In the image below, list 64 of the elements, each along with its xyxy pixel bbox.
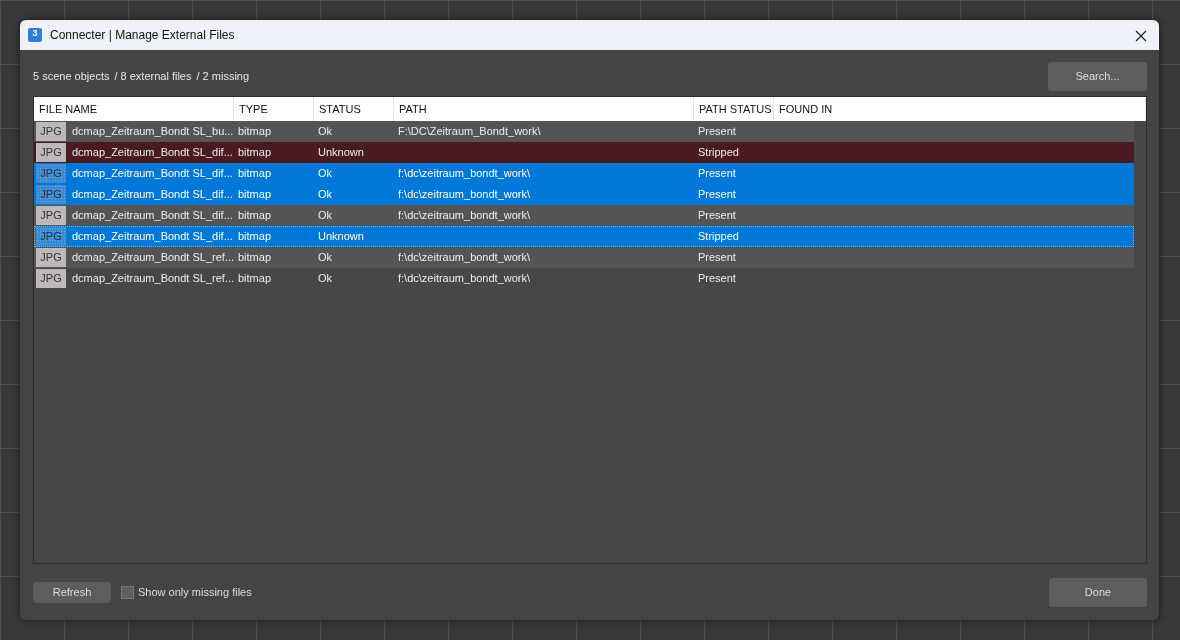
- table-cell-text: bitmap: [238, 250, 272, 266]
- missing-count: / 2 missing: [196, 68, 250, 84]
- table-cell-text: Present: [698, 124, 736, 140]
- table-cell-text: f:\dc\zeitraum_bondt_work\: [398, 271, 531, 287]
- table-cell-text: Ok: [318, 250, 333, 266]
- file-thumbnail: JPG: [36, 122, 66, 141]
- table-cell-text: f:\dc\zeitraum_bondt_work\: [398, 166, 531, 182]
- file-row[interactable]: JPG dcmap_Zeitraum_Bondt SL_ref... bitmap Ok f:\dc\zeitraum_bondt_work\ Present: [34, 247, 1134, 268]
- table-cell-text: dcmap_Zeitraum_Bondt SL_bu...: [72, 124, 234, 140]
- table-cell-text: bitmap: [238, 271, 272, 287]
- table-cell-text: Present: [698, 271, 736, 287]
- table-cell-text: Ok: [318, 187, 333, 203]
- file-row[interactable]: JPG dcmap_Zeitraum_Bondt SL_dif... bitmap Ok f:\dc\zeitraum_bondt_work\ Present: [34, 163, 1134, 184]
- file-row[interactable]: JPG dcmap_Zeitraum_Bondt SL_bu... bitmap Ok F:\DC\Zeitraum_Bondt_work\ Present: [34, 121, 1134, 142]
- search-button[interactable]: Search...: [1048, 61, 1147, 91]
- done-button[interactable]: Done: [1049, 577, 1147, 607]
- table-cell-text: bitmap: [238, 208, 272, 224]
- table-cell-text: Present: [698, 208, 736, 224]
- refresh-button[interactable]: Refresh: [33, 581, 111, 603]
- table-cell-text: Unknown: [318, 229, 364, 245]
- table-cell-text: f:\dc\zeitraum_bondt_work\: [398, 250, 531, 266]
- table-cell-text: dcmap_Zeitraum_Bondt SL_ref...: [72, 250, 235, 266]
- file-thumbnail: JPG: [36, 185, 66, 204]
- file-thumbnail: JPG: [36, 206, 66, 225]
- table-cell-text: F:\DC\Zeitraum_Bondt_work\: [398, 124, 541, 140]
- table-cell-text: dcmap_Zeitraum_Bondt SL_dif...: [72, 166, 233, 182]
- table-cell-text: f:\dc\zeitraum_bondt_work\: [398, 208, 531, 224]
- table-cell-text: f:\dc\zeitraum_bondt_work\: [398, 187, 531, 203]
- window-title: Connecter | Manage External Files: [50, 27, 235, 44]
- table-cell-text: Stripped: [698, 229, 739, 245]
- table-cell-text: bitmap: [238, 124, 272, 140]
- table-cell-text: bitmap: [238, 229, 272, 245]
- table-cell-text: dcmap_Zeitraum_Bondt SL_dif...: [72, 229, 233, 245]
- file-thumbnail: JPG: [36, 248, 66, 267]
- table-cell-text: Ok: [318, 208, 333, 224]
- table-cell-text: dcmap_Zeitraum_Bondt SL_dif...: [72, 145, 233, 161]
- file-row[interactable]: JPG dcmap_Zeitraum_Bondt SL_dif... bitmap Unknown Stripped: [34, 226, 1134, 247]
- file-thumbnail: JPG: [36, 164, 66, 183]
- table-cell-text: bitmap: [238, 145, 272, 161]
- external-files-count: / 8 external files: [114, 68, 192, 84]
- file-thumbnail: JPG: [36, 143, 66, 162]
- scene-objects-count: 5 scene objects: [33, 68, 110, 84]
- app-icon: 3: [28, 28, 42, 42]
- table-cell-text: bitmap: [238, 187, 272, 203]
- file-thumbnail: JPG: [36, 269, 66, 288]
- file-thumbnail: JPG: [36, 227, 66, 246]
- table-cell-text: Present: [698, 250, 736, 266]
- close-icon: [1135, 29, 1147, 42]
- table-cell-text: dcmap_Zeitraum_Bondt SL_dif...: [72, 208, 233, 224]
- file-row[interactable]: JPG dcmap_Zeitraum_Bondt SL_dif... bitmap Unknown Stripped: [34, 142, 1134, 163]
- checkbox[interactable]: [121, 585, 134, 599]
- table-cell-text: Present: [698, 166, 736, 182]
- table-cell-text: dcmap_Zeitraum_Bondt SL_dif...: [72, 187, 233, 203]
- table-cell-text: Ok: [318, 124, 333, 140]
- table-cell-text: Ok: [318, 166, 333, 182]
- file-row[interactable]: JPG dcmap_Zeitraum_Bondt SL_dif... bitmap Ok f:\dc\zeitraum_bondt_work\ Present: [34, 205, 1134, 226]
- file-row[interactable]: JPG dcmap_Zeitraum_Bondt SL_dif... bitmap Ok f:\dc\zeitraum_bondt_work\ Present: [34, 184, 1134, 205]
- checkbox-label: Show only missing files: [138, 584, 252, 600]
- table-cell-text: dcmap_Zeitraum_Bondt SL_ref...: [72, 271, 235, 287]
- table-cell-text: Present: [698, 187, 736, 203]
- table-cell-text: Stripped: [698, 145, 739, 161]
- table-cell-text: Unknown: [318, 145, 364, 161]
- table-cell-text: bitmap: [238, 166, 272, 182]
- table-cell-text: Ok: [318, 271, 333, 287]
